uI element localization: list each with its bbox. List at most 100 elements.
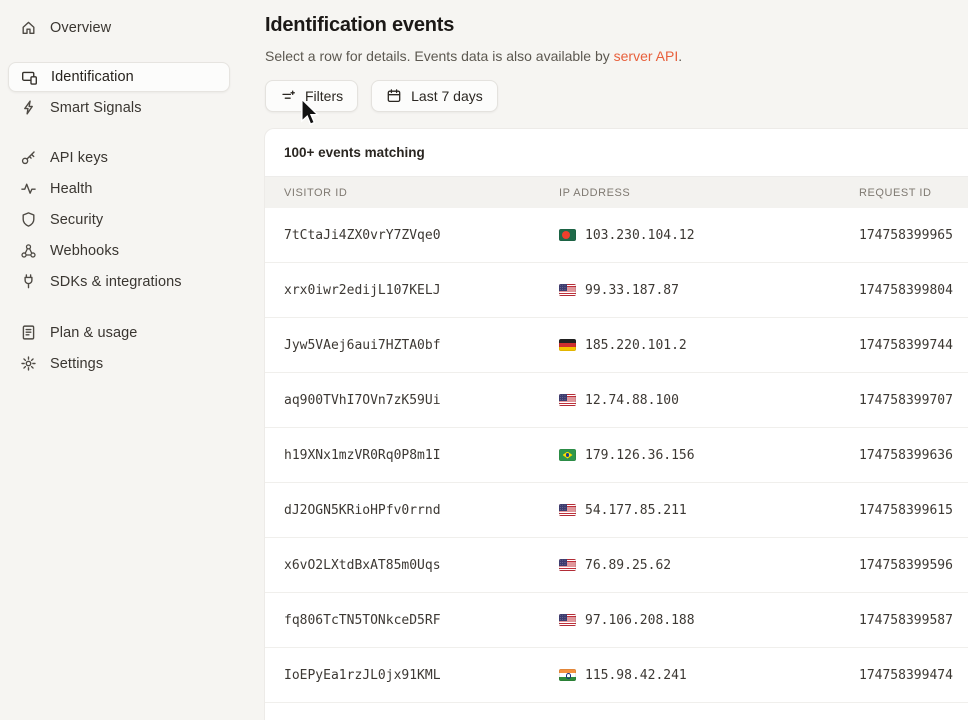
sidebar-item-label: Plan & usage xyxy=(50,325,137,341)
country-flag-icon xyxy=(559,284,576,296)
ip-address-cell: 103.230.104.12 xyxy=(559,228,859,243)
ip-text: 12.74.88.100 xyxy=(585,393,679,408)
sidebar: Overview Identification Smart Signals AP… xyxy=(0,0,264,720)
page-title: Identification events xyxy=(265,14,454,37)
main-content: Identification events Select a row for d… xyxy=(265,0,968,720)
column-header-ip-address: IP address xyxy=(559,187,859,199)
visitor-id-cell: aq900TVhI7OVn7zK59Ui xyxy=(265,393,559,408)
webhook-icon xyxy=(20,242,37,259)
key-icon xyxy=(20,149,37,166)
ip-text: 115.98.42.241 xyxy=(585,668,687,683)
visitor-id-cell: xrx0iwr2edijL107KELJ xyxy=(265,283,559,298)
ip-text: 76.89.25.62 xyxy=(585,558,671,573)
ip-text: 185.220.101.2 xyxy=(585,338,687,353)
filters-button-label: Filters xyxy=(305,88,343,104)
sidebar-item-webhooks[interactable]: Webhooks xyxy=(0,235,264,266)
sidebar-item-label: API keys xyxy=(50,150,108,166)
visitor-id-cell: dJ2OGN5KRioHPfv0rrnd xyxy=(265,503,559,518)
sidebar-gap xyxy=(0,43,264,62)
visitor-id-cell: Jyw5VAej6aui7HZTA0bf xyxy=(265,338,559,353)
sidebar-item-label: Security xyxy=(50,212,103,228)
country-flag-icon xyxy=(559,229,576,241)
table-row[interactable]: fq806TcTN5TONkceD5RF 97.106.208.188 1747… xyxy=(265,593,968,648)
sidebar-item-label: Overview xyxy=(50,20,111,36)
home-icon xyxy=(20,19,37,36)
table-row[interactable]: dJ2OGN5KRioHPfv0rrnd 54.177.85.211 17475… xyxy=(265,483,968,538)
request-id-cell: 174758399474 xyxy=(859,668,968,683)
sidebar-item-sdks-integrations[interactable]: SDKs & integrations xyxy=(0,266,264,297)
ip-text: 179.126.36.156 xyxy=(585,448,695,463)
sidebar-gap xyxy=(0,123,264,142)
table-header-row: Visitor ID IP address Request ID xyxy=(265,177,968,208)
visitor-id-cell: 7tCtaJi4ZX0vrY7ZVqe0 xyxy=(265,228,559,243)
calendar-icon xyxy=(386,88,402,104)
country-flag-icon xyxy=(559,394,576,406)
events-count-summary: 100+ events matching xyxy=(265,129,968,177)
ip-address-cell: 99.33.187.87 xyxy=(559,283,859,298)
activity-icon xyxy=(20,180,37,197)
table-row[interactable]: xrx0iwr2edijL107KELJ 99.33.187.87 174758… xyxy=(265,263,968,318)
lightning-icon xyxy=(20,99,37,116)
table-row[interactable]: Jyw5VAej6aui7HZTA0bf 185.220.101.2 17475… xyxy=(265,318,968,373)
table-row[interactable]: 7tCtaJi4ZX0vrY7ZVqe0 103.230.104.12 1747… xyxy=(265,208,968,263)
filters-button[interactable]: Filters xyxy=(265,80,358,112)
sidebar-item-health[interactable]: Health xyxy=(0,173,264,204)
table-row[interactable]: IoEPyEa1rzJL0jx91KML 115.98.42.241 17475… xyxy=(265,648,968,703)
table-row[interactable]: aq900TVhI7OVn7zK59Ui 12.74.88.100 174758… xyxy=(265,373,968,428)
ip-address-cell: 97.106.208.188 xyxy=(559,613,859,628)
ip-address-cell: 12.74.88.100 xyxy=(559,393,859,408)
filter-icon xyxy=(280,88,296,104)
table-row[interactable]: x6vO2LXtdBxAT85m0Uqs 76.89.25.62 1747583… xyxy=(265,538,968,593)
visitor-id-cell: fq806TcTN5TONkceD5RF xyxy=(265,613,559,628)
subtitle-text: Select a row for details. Events data is… xyxy=(265,48,614,64)
column-header-request-id: Request ID xyxy=(859,187,968,199)
table-row[interactable]: h19XNx1mzVR0Rq0P8m1I 179.126.36.156 1747… xyxy=(265,428,968,483)
sidebar-item-plan-usage[interactable]: Plan & usage xyxy=(0,317,264,348)
identification-icon xyxy=(21,69,38,86)
document-icon xyxy=(20,324,37,341)
request-id-cell: 174758399707 xyxy=(859,393,968,408)
shield-icon xyxy=(20,211,37,228)
ip-address-cell: 76.89.25.62 xyxy=(559,558,859,573)
ip-text: 99.33.187.87 xyxy=(585,283,679,298)
identification-events-page: { "colors": { "accent_orange": "#e8603c"… xyxy=(0,0,968,720)
request-id-cell: 174758399615 xyxy=(859,503,968,518)
plug-icon xyxy=(20,273,37,290)
country-flag-icon xyxy=(559,669,576,681)
visitor-id-cell: h19XNx1mzVR0Rq0P8m1I xyxy=(265,448,559,463)
page-subtitle: Select a row for details. Events data is… xyxy=(265,48,682,64)
sidebar-item-label: Smart Signals xyxy=(50,100,142,116)
ip-text: 97.106.208.188 xyxy=(585,613,695,628)
country-flag-icon xyxy=(559,559,576,571)
ip-address-cell: 179.126.36.156 xyxy=(559,448,859,463)
sidebar-item-identification[interactable]: Identification xyxy=(8,62,230,92)
sidebar-item-label: Settings xyxy=(50,356,103,372)
request-id-cell: 174758399744 xyxy=(859,338,968,353)
ip-address-cell: 185.220.101.2 xyxy=(559,338,859,353)
sidebar-gap xyxy=(0,297,264,317)
subtitle-period: . xyxy=(678,48,682,64)
toolbar: Filters Last 7 days xyxy=(265,80,498,112)
server-api-link[interactable]: server API xyxy=(614,48,679,64)
column-header-visitor-id: Visitor ID xyxy=(265,187,559,199)
country-flag-icon xyxy=(559,339,576,351)
sidebar-item-security[interactable]: Security xyxy=(0,204,264,235)
sidebar-item-api-keys[interactable]: API keys xyxy=(0,142,264,173)
visitor-id-cell: x6vO2LXtdBxAT85m0Uqs xyxy=(265,558,559,573)
sidebar-item-settings[interactable]: Settings xyxy=(0,348,264,379)
request-id-cell: 174758399587 xyxy=(859,613,968,628)
sidebar-item-label: Health xyxy=(50,181,93,197)
country-flag-icon xyxy=(559,504,576,516)
date-range-button-label: Last 7 days xyxy=(411,88,483,104)
ip-address-cell: 115.98.42.241 xyxy=(559,668,859,683)
date-range-button[interactable]: Last 7 days xyxy=(371,80,498,112)
ip-address-cell: 54.177.85.211 xyxy=(559,503,859,518)
sidebar-item-label: Identification xyxy=(51,69,134,85)
sidebar-item-smart-signals[interactable]: Smart Signals xyxy=(0,92,264,123)
country-flag-icon xyxy=(559,449,576,461)
sidebar-item-label: SDKs & integrations xyxy=(50,274,182,290)
request-id-cell: 174758399965 xyxy=(859,228,968,243)
sidebar-item-overview[interactable]: Overview xyxy=(0,12,264,43)
visitor-id-cell: IoEPyEa1rzJL0jx91KML xyxy=(265,668,559,683)
events-count-text: 100+ events matching xyxy=(284,145,425,160)
